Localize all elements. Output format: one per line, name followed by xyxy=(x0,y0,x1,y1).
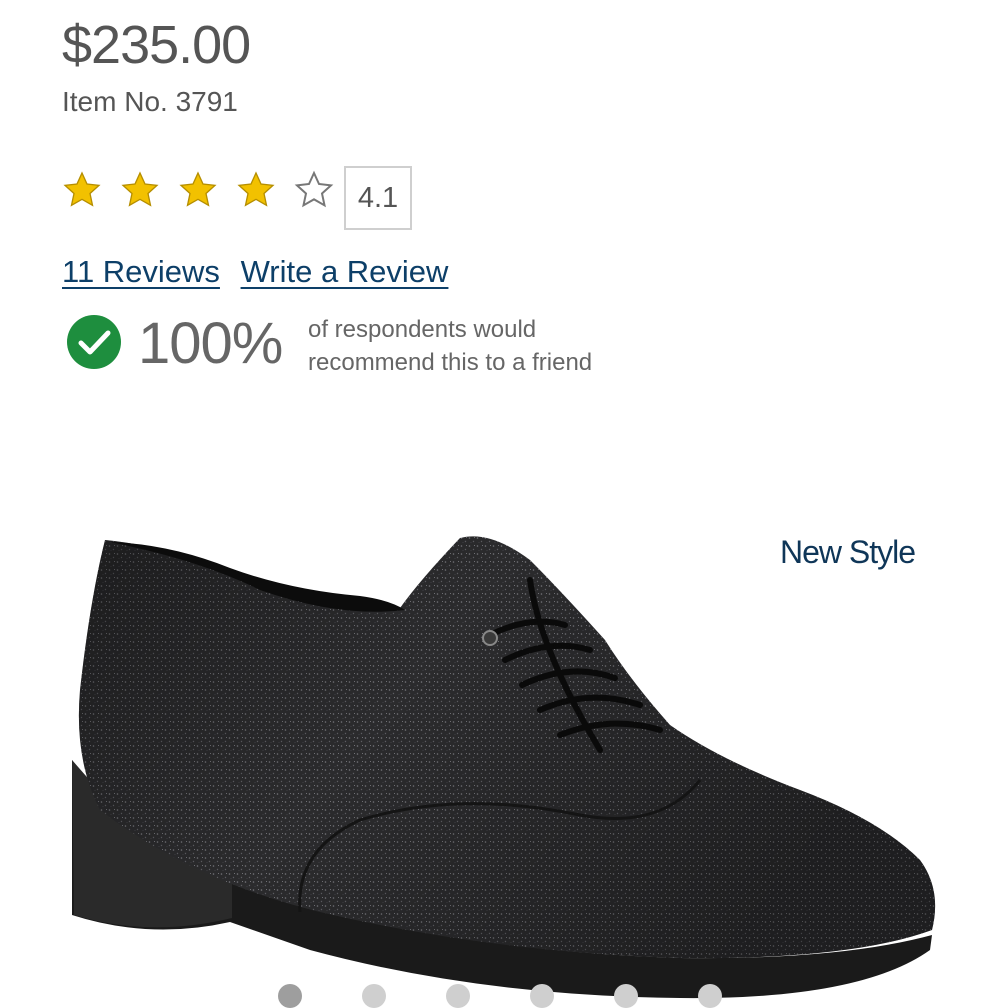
item-number: Item No. 3791 xyxy=(62,86,238,117)
star-empty-icon xyxy=(294,170,334,208)
star-rating xyxy=(62,170,334,210)
recommend-percent: 100% xyxy=(138,311,283,376)
new-style-badge: New Style xyxy=(780,534,916,570)
star-filled-icon xyxy=(63,171,101,207)
product-image[interactable] xyxy=(60,520,950,1000)
recommend-line-2: recommend this to a friend xyxy=(308,349,593,376)
check-circle-icon xyxy=(67,315,121,369)
rating-value: 4.1 xyxy=(357,181,399,214)
carousel-dot[interactable] xyxy=(530,984,554,1008)
star-filled-icon xyxy=(121,171,159,207)
product-price: $235.00 xyxy=(62,15,251,75)
star-filled-icon xyxy=(237,171,275,207)
reviews-count-link[interactable]: 11 Reviews xyxy=(62,254,220,289)
carousel-dot[interactable] xyxy=(362,984,386,1008)
carousel-dot[interactable] xyxy=(698,984,722,1008)
carousel-dots xyxy=(278,984,722,1008)
review-links: 11 Reviews Write a Review xyxy=(62,254,448,290)
carousel-dot[interactable] xyxy=(278,984,302,1008)
recommend-line-1: of respondents would xyxy=(308,316,537,343)
carousel-dot[interactable] xyxy=(614,984,638,1008)
write-review-link[interactable]: Write a Review xyxy=(241,254,449,289)
recommend-text: of respondents would recommend this to a… xyxy=(308,313,592,379)
rating-value-box: 4.1 xyxy=(344,166,412,230)
carousel-dot[interactable] xyxy=(446,984,470,1008)
star-filled-icon xyxy=(179,171,217,207)
